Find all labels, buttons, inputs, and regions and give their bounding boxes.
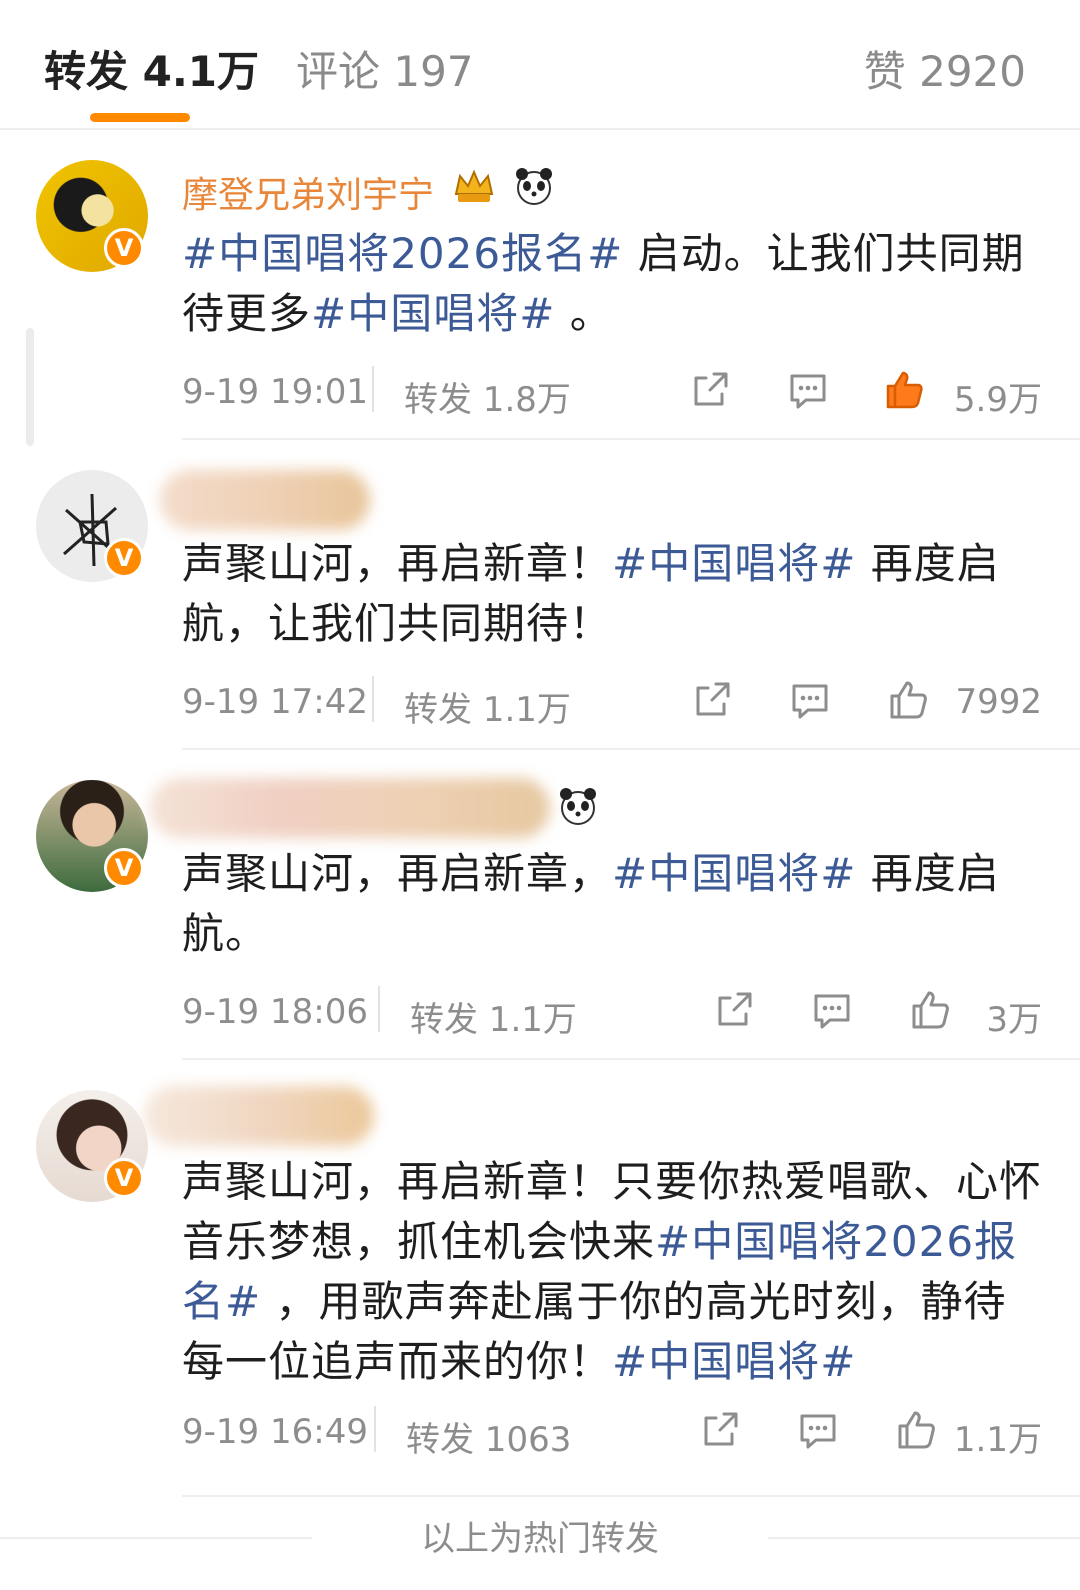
text-segment: 声聚山河，再启新章！ [182,539,613,588]
verified-badge: V [104,1158,144,1198]
user-name-blurred[interactable] [150,778,550,838]
verified-badge: V [104,228,144,268]
text-segment: ，用歌声奔赴属于你的高光时刻，静待每一位追声而来的你！ [182,1277,1007,1386]
share-icon[interactable] [688,368,732,412]
panda-badge-icon [516,168,552,205]
post-time: 9-19 16:49 [182,1412,368,1452]
tab-likes[interactable]: 赞 2920 [864,38,1026,99]
hashtag-link[interactable]: #中国唱将# [612,1337,856,1386]
repost-text: 声聚山河，再启新章！只要你热爱唱歌、心怀音乐梦想，抓住机会快来#中国唱将2026… [182,1152,1042,1392]
text-segment: 声聚山河，再启新章， [182,849,613,898]
hashtag-link[interactable]: #中国唱将# [612,539,856,588]
active-tab-indicator [90,113,190,122]
thumbs-up-icon[interactable] [886,678,930,722]
comment-icon[interactable] [786,368,830,412]
user-name[interactable]: 摩登兄弟刘宇宁 [182,166,434,218]
crown-badge-icon [454,169,494,202]
thumbs-up-icon[interactable] [908,988,952,1032]
user-name-blurred[interactable] [144,1086,374,1146]
like-count: 3万 [986,1000,1042,1040]
meta-separator [378,986,380,1032]
post-time: 9-19 19:01 [182,372,368,412]
comment-icon[interactable] [810,988,854,1032]
repost-meta: 9-19 18:06 转发 1.1万 3万 [182,986,1042,1040]
comment-icon[interactable] [788,678,832,722]
verified-badge: V [104,538,144,578]
repost-meta: 9-19 19:01 转发 1.8万 5.9万 [182,366,1042,420]
repost-item: V 声聚山河，再启新章！#中国唱将# 再度启航，让我们共同期待！ 9-19 17… [0,440,1080,750]
repost-count[interactable]: 转发 1063 [406,1412,571,1461]
comment-icon[interactable] [796,1408,840,1452]
repost-item: V 声聚山河，再启新章，#中国唱将# 再度启航。 9-19 18:06 转发 1… [0,750,1080,1060]
tab-bar: 转发 4.1万 评论 197 赞 2920 [0,0,1080,130]
thumbs-up-icon[interactable] [882,368,926,412]
share-icon[interactable] [690,678,734,722]
like-count: 7992 [955,682,1042,722]
share-icon[interactable] [712,988,756,1032]
repost-count[interactable]: 转发 1.8万 [404,372,571,421]
share-icon[interactable] [698,1408,742,1452]
repost-count[interactable]: 转发 1.1万 [410,992,577,1041]
footer: 以上为热门转发 [0,1497,1080,1590]
like-count: 5.9万 [953,380,1042,420]
repost-item: V 摩登兄弟刘宇宁 #中国唱将2026报名# 启动。让我们共同期待更多#中国唱将… [0,130,1080,440]
repost-meta: 9-19 17:42 转发 1.1万 7992 [182,676,1042,730]
meta-separator [372,676,374,722]
user-name-blurred[interactable] [160,470,370,530]
panda-badge-icon [560,788,596,825]
repost-text: #中国唱将2026报名# 启动。让我们共同期待更多#中国唱将# 。 [182,224,1042,344]
hot-reposts-label: 以上为热门转发 [421,1519,659,1559]
post-time: 9-19 17:42 [182,682,368,722]
post-time: 9-19 18:06 [182,992,368,1032]
hashtag-link[interactable]: #中国唱将# [612,849,856,898]
verified-badge: V [104,848,144,888]
hashtag-link[interactable]: #中国唱将# [311,289,555,338]
meta-separator [372,366,374,412]
like-count: 1.1万 [953,1420,1042,1460]
repost-text: 声聚山河，再启新章！#中国唱将# 再度启航，让我们共同期待！ [182,534,1042,654]
hashtag-link[interactable]: #中国唱将2026报名# [182,229,623,278]
text-segment: 。 [555,289,613,338]
repost-item: V 声聚山河，再启新章！只要你热爱唱歌、心怀音乐梦想，抓住机会快来#中国唱将20… [0,1060,1080,1497]
repost-text: 声聚山河，再启新章，#中国唱将# 再度启航。 [182,844,1042,964]
repost-count[interactable]: 转发 1.1万 [404,682,571,731]
repost-meta: 9-19 16:49 转发 1063 1.1万 [182,1406,1042,1460]
tab-repost[interactable]: 转发 4.1万 [44,38,259,99]
tab-comments[interactable]: 评论 197 [296,38,474,99]
thumbs-up-icon[interactable] [894,1408,938,1452]
meta-separator [374,1406,376,1452]
